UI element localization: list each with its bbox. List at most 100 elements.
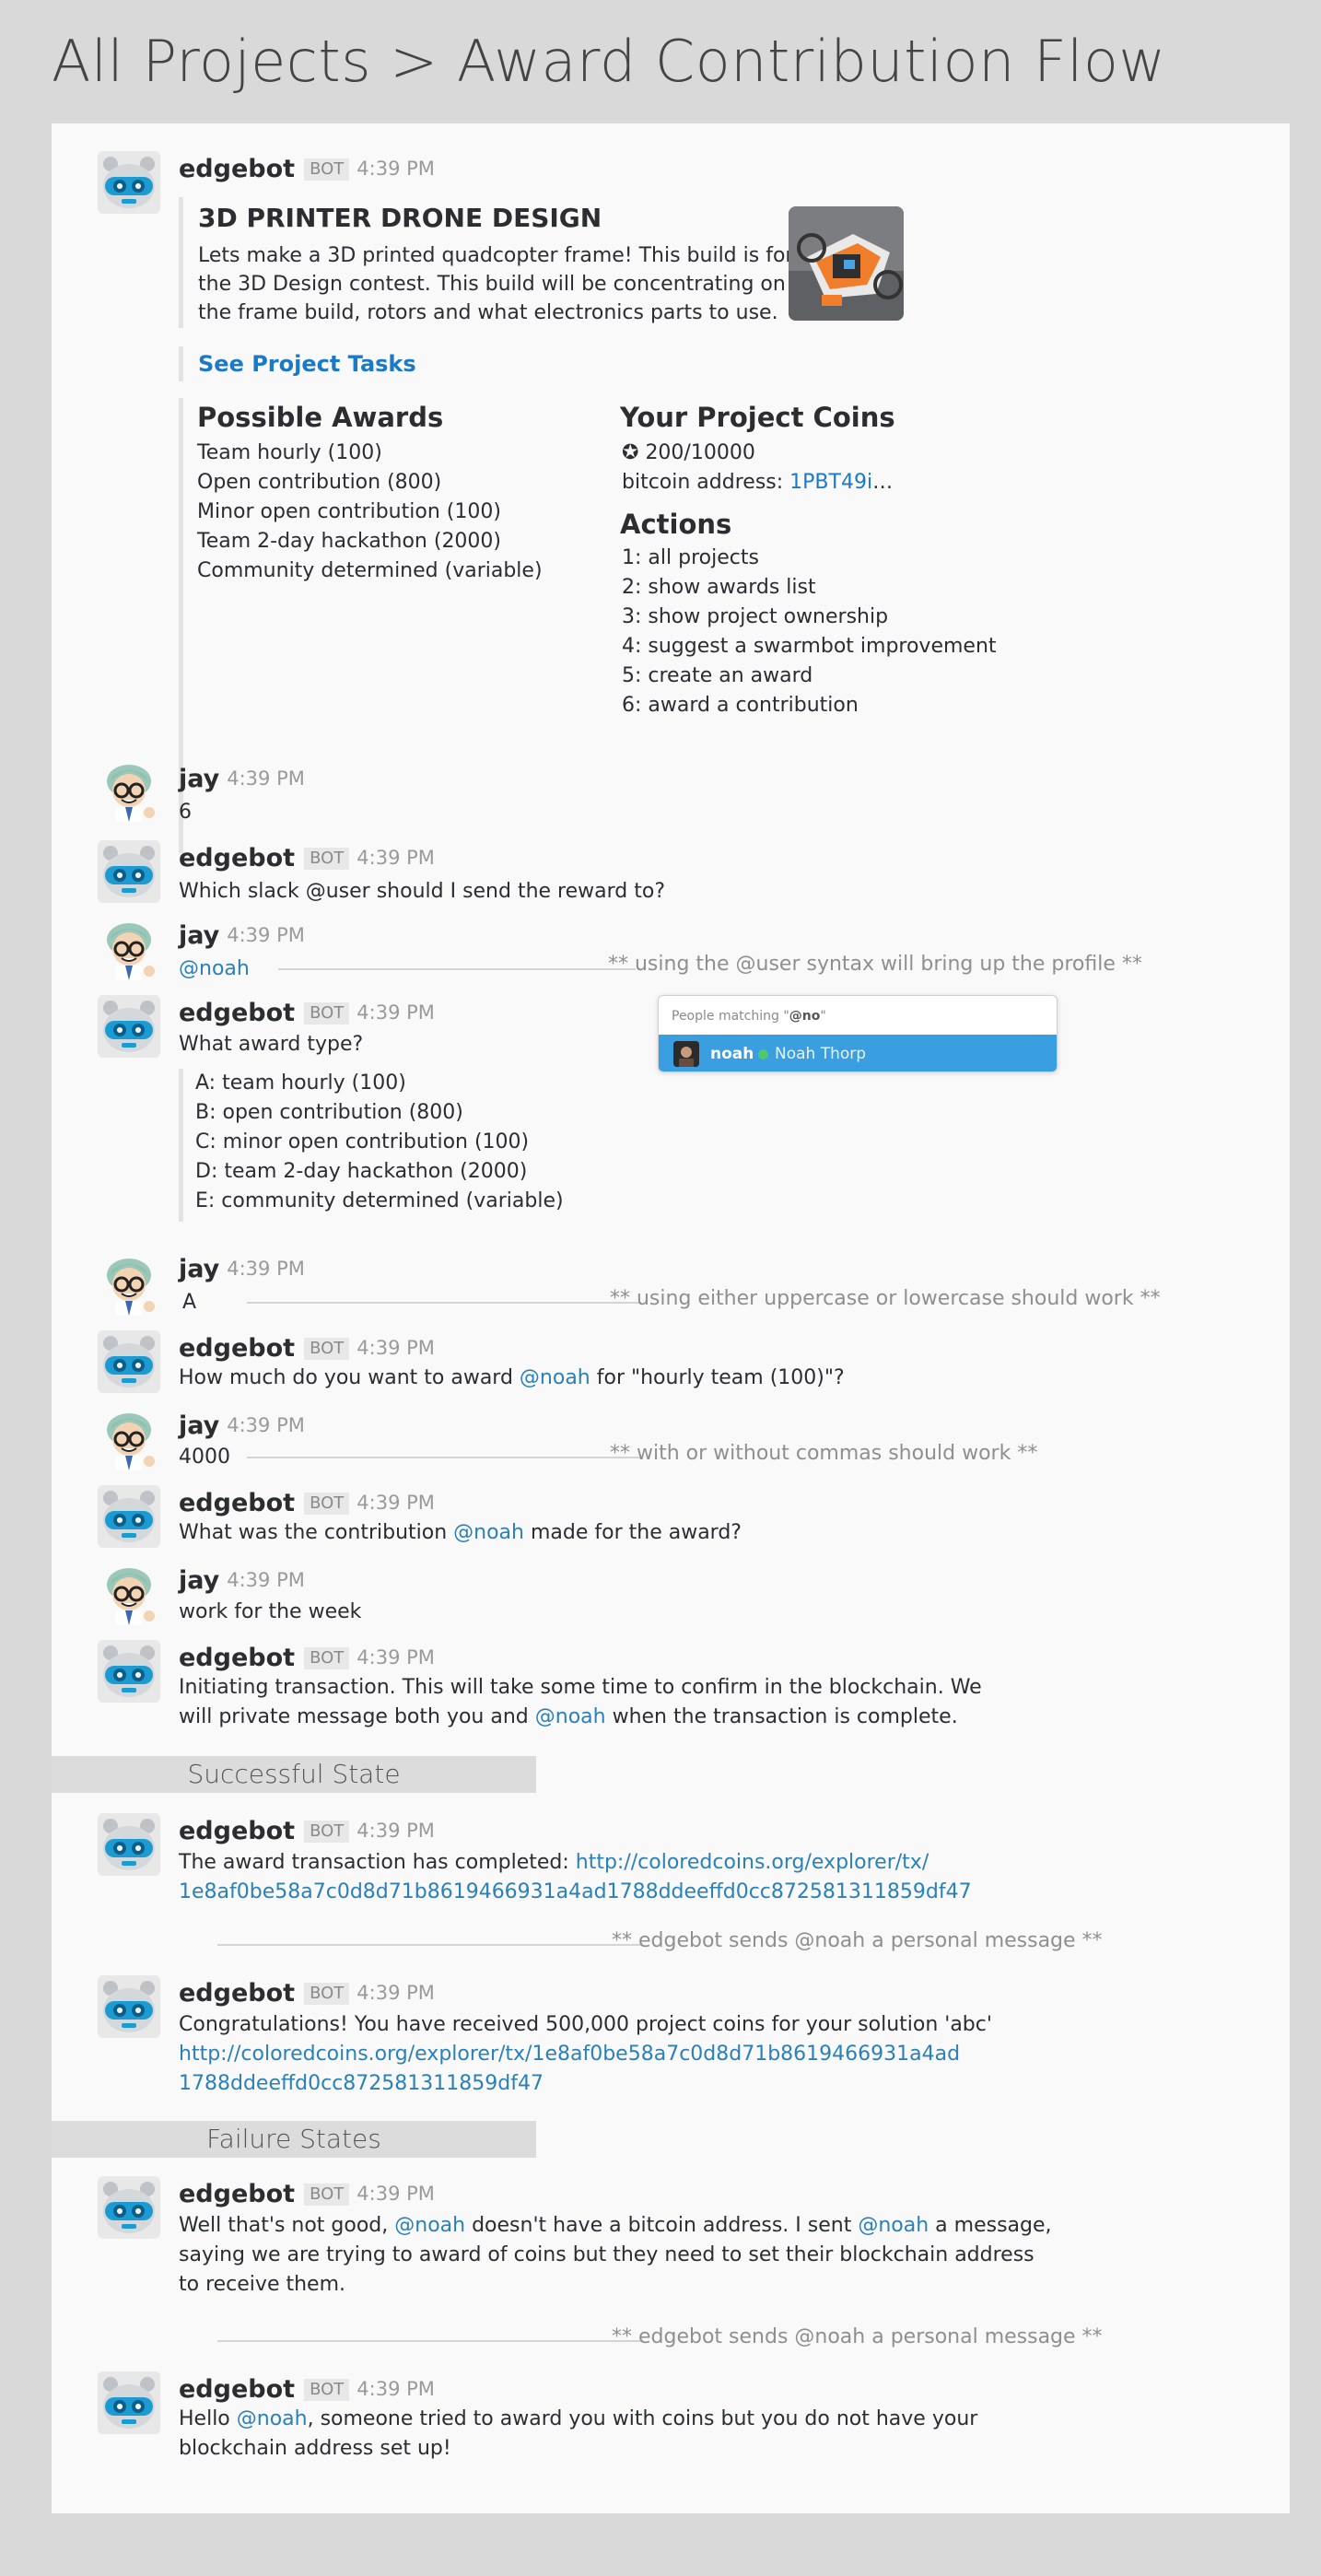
edgebot-avatar[interactable] (98, 1813, 160, 1876)
annotation-note: ** edgebot sends @noah a personal messag… (612, 1929, 1103, 1952)
bitcoin-address-link[interactable]: 1PBT49i (789, 471, 872, 494)
person-photo-icon (673, 1041, 699, 1067)
timestamp[interactable]: 4:39 PM (357, 2378, 435, 2400)
project-description: Lets make a 3D printed quadcopter frame!… (198, 241, 793, 327)
award-option: B: open contribution (800) (195, 1101, 463, 1124)
edgebot-avatar[interactable] (98, 1330, 160, 1393)
edgebot-avatar[interactable] (98, 151, 160, 214)
sender-name[interactable]: edgebot (179, 844, 295, 872)
sender-name[interactable]: edgebot (179, 999, 295, 1027)
mention-autocomplete-popup: People matching "@no" noah Noah Thorp (658, 995, 1058, 1072)
jay-avatar[interactable] (98, 918, 160, 980)
transaction-link[interactable]: http://coloredcoins.org/explorer/tx/1e8a… (179, 2040, 992, 2069)
timestamp[interactable]: 4:39 PM (357, 1646, 435, 1669)
sender-name[interactable]: edgebot (179, 155, 295, 183)
mention-link[interactable]: @noah (858, 2214, 929, 2237)
sender-name[interactable]: edgebot (179, 1334, 295, 1363)
jay-avatar[interactable] (98, 759, 160, 822)
mention-text[interactable]: @noah (179, 954, 250, 984)
message-header: edgebot BOT 4:39 PM (179, 1001, 435, 1025)
action-item[interactable]: 2: show awards list (622, 573, 997, 603)
sender-name[interactable]: edgebot (179, 2375, 295, 2404)
action-item[interactable]: 4: suggest a swarmbot improvement (622, 632, 997, 662)
edgebot-avatar[interactable] (98, 995, 160, 1058)
jay-avatar[interactable] (98, 1408, 160, 1470)
mention-link[interactable]: @noah (520, 1366, 590, 1389)
popup-user-option[interactable]: noah Noah Thorp (659, 1035, 1057, 1071)
popup-header-quote: " (820, 1009, 826, 1024)
transaction-link-cont[interactable]: 1788ddeeffd0cc872581311859df47 (179, 2069, 992, 2099)
awards-title: Possible Awards (197, 402, 444, 433)
sender-name[interactable]: edgebot (179, 1979, 295, 2008)
timestamp[interactable]: 4:39 PM (227, 1569, 305, 1591)
timestamp[interactable]: 4:39 PM (357, 2183, 435, 2205)
bitcoin-row: bitcoin address: 1PBT49i… (622, 468, 893, 498)
timestamp[interactable]: 4:39 PM (227, 767, 305, 790)
bot-badge: BOT (304, 1983, 350, 2005)
edgebot-avatar[interactable] (98, 1640, 160, 1703)
edgebot-avatar[interactable] (98, 2176, 160, 2239)
project-thumbnail[interactable] (789, 206, 904, 321)
timestamp[interactable]: 4:39 PM (357, 1337, 435, 1359)
text-segment: doesn't have a bitcoin address. I sent (465, 2214, 859, 2237)
sender-name[interactable]: edgebot (179, 1817, 295, 1845)
text-line: Hello @noah, someone tried to award you … (179, 2405, 977, 2434)
sender-name[interactable]: jay (179, 1255, 219, 1283)
timestamp[interactable]: 4:39 PM (357, 1001, 435, 1024)
message-text: Congratulations! You have received 500,0… (179, 2010, 992, 2099)
sender-name[interactable]: jay (179, 765, 219, 793)
bitcoin-ellipsis: … (872, 471, 894, 494)
sender-name[interactable]: edgebot (179, 1644, 295, 1672)
text-line: to receive them. (179, 2273, 345, 2296)
timestamp[interactable]: 4:39 PM (357, 1492, 435, 1514)
sender-name[interactable]: edgebot (179, 2180, 295, 2208)
timestamp[interactable]: 4:39 PM (227, 924, 305, 946)
edgebot-avatar[interactable] (98, 1485, 160, 1548)
jay-avatar[interactable] (98, 1253, 160, 1316)
annotation-rule (278, 968, 636, 970)
action-item[interactable]: 6: award a contribution (622, 691, 997, 720)
mention-link[interactable]: @noah (535, 1705, 606, 1728)
transaction-link[interactable]: http://coloredcoins.org/explorer/tx/ (576, 1851, 929, 1874)
bot-badge: BOT (304, 1338, 350, 1360)
timestamp[interactable]: 4:39 PM (357, 1982, 435, 2004)
timestamp[interactable]: 4:39 PM (357, 847, 435, 869)
annotation-rule (247, 1457, 641, 1458)
see-project-tasks-link[interactable]: See Project Tasks (198, 351, 416, 377)
popup-username: noah (710, 1045, 754, 1063)
timestamp[interactable]: 4:39 PM (357, 158, 435, 180)
mention-link[interactable]: @noah (237, 2407, 308, 2430)
action-item[interactable]: 5: create an award (622, 662, 997, 691)
mention-link[interactable]: @noah (453, 1521, 524, 1544)
message-text: A (182, 1291, 197, 1314)
timestamp[interactable]: 4:39 PM (357, 1820, 435, 1842)
message-header: jay 4:39 PM (179, 1257, 305, 1282)
edgebot-avatar[interactable] (98, 840, 160, 903)
message-header: jay 4:39 PM (179, 767, 305, 791)
sender-name[interactable]: jay (179, 1411, 219, 1440)
page-title: All Projects > Award Contribution Flow (52, 28, 1166, 95)
robot-avatar-icon (98, 1640, 160, 1703)
annotation-note: ** with or without commas should work ** (610, 1442, 1038, 1465)
edgebot-avatar[interactable] (98, 1975, 160, 2038)
mention-link[interactable]: @noah (394, 2214, 465, 2237)
person-avatar-icon (107, 765, 155, 822)
text-line: Congratulations! You have received 500,0… (179, 2013, 992, 2036)
person-avatar-icon (107, 1259, 155, 1316)
text-line: Well that's not good, @noah doesn't have… (179, 2211, 1052, 2241)
award-option: E: community determined (variable) (195, 1189, 564, 1212)
sender-name[interactable]: jay (179, 921, 219, 950)
action-item[interactable]: 1: all projects (622, 544, 997, 573)
popup-header: People matching "@no" (659, 996, 1057, 1035)
jay-avatar[interactable] (98, 1563, 160, 1625)
timestamp[interactable]: 4:39 PM (227, 1258, 305, 1280)
sender-name[interactable]: edgebot (179, 1489, 295, 1517)
annotation-note: ** edgebot sends @noah a personal messag… (612, 2325, 1103, 2348)
transaction-link-cont[interactable]: 1e8af0be58a7c0d8d71b8619466931a4ad1788dd… (179, 1878, 972, 1907)
action-item[interactable]: 3: show project ownership (622, 603, 997, 632)
edgebot-avatar[interactable] (98, 2371, 160, 2434)
actions-title: Actions (620, 509, 732, 540)
timestamp[interactable]: 4:39 PM (227, 1414, 305, 1436)
sender-name[interactable]: jay (179, 1566, 219, 1595)
robot-avatar-icon (98, 840, 160, 903)
